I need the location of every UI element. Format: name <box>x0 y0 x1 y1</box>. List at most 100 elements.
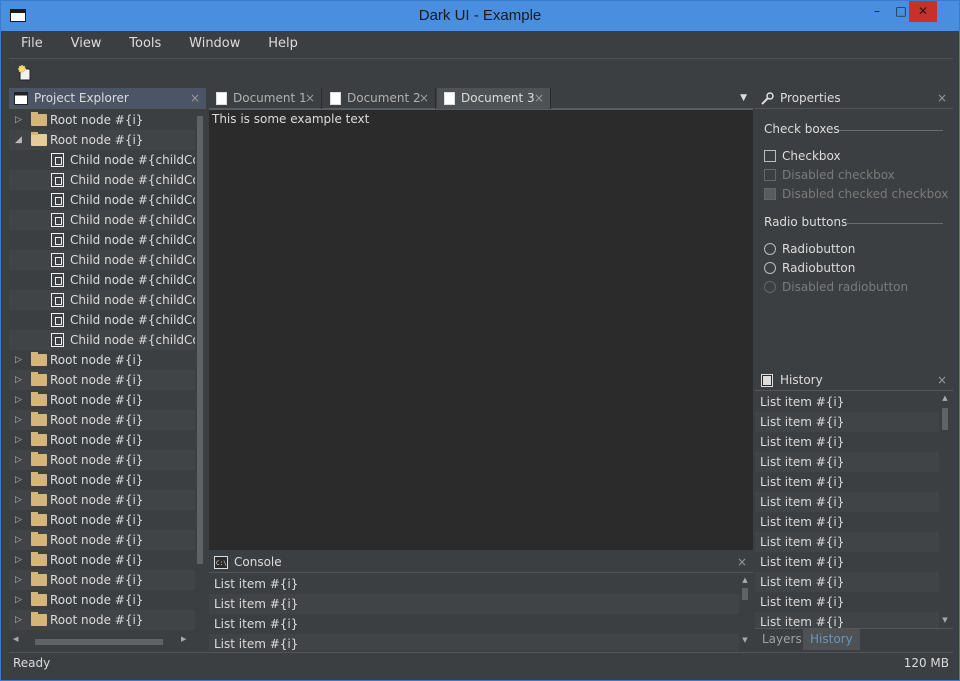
scroll-down-icon[interactable]: ▼ <box>741 636 749 644</box>
collapsed-arrow-icon[interactable]: ▷ <box>15 450 22 470</box>
tab-history[interactable]: History <box>803 629 860 650</box>
tree-child-node[interactable]: Child node #{childCount} <box>9 230 195 250</box>
radio-circle[interactable] <box>764 243 776 255</box>
scroll-thumb[interactable] <box>197 116 203 564</box>
new-file-icon[interactable] <box>17 64 35 82</box>
tree-root-node[interactable]: ▷ Root node #{i} <box>9 530 195 550</box>
tree-horizontal-scrollbar[interactable]: ◀ ▶ <box>9 635 195 647</box>
history-list[interactable]: List item #{i} List item #{i} List item #{… <box>755 392 939 628</box>
menu-view[interactable]: View <box>59 32 114 56</box>
tree-child-node[interactable]: Child node #{childCount} <box>9 270 195 290</box>
scroll-up-icon[interactable]: ▲ <box>741 576 749 584</box>
scroll-thumb[interactable] <box>35 639 163 645</box>
tab-layers[interactable]: Layers <box>755 629 809 650</box>
project-tree[interactable]: ▷ Root node #{i} ◢ Root node #{i} Child node… <box>9 110 195 637</box>
checkbox-box[interactable] <box>764 150 776 162</box>
list-item[interactable]: List item #{i} <box>755 432 939 452</box>
history-scrollbar[interactable]: ▲ ▼ <box>941 394 949 626</box>
tree-child-node[interactable]: Child node #{childCount} <box>9 290 195 310</box>
list-item[interactable]: List item #{i} <box>755 392 939 412</box>
radiobutton[interactable]: Radiobutton <box>764 241 855 257</box>
collapsed-arrow-icon[interactable]: ▷ <box>15 590 22 610</box>
tree-root-node[interactable]: ▷ Root node #{i} <box>9 390 195 410</box>
scroll-thumb[interactable] <box>742 588 748 600</box>
collapsed-arrow-icon[interactable]: ▷ <box>15 350 22 370</box>
list-item[interactable]: List item #{i} <box>755 412 939 432</box>
console-header[interactable]: C:\ Console × <box>209 552 753 573</box>
list-item[interactable]: List item #{i} <box>209 574 739 594</box>
tree-root-node[interactable]: ▷ Root node #{i} <box>9 590 195 610</box>
collapsed-arrow-icon[interactable]: ▷ <box>15 410 22 430</box>
list-item[interactable]: List item #{i} <box>209 594 739 614</box>
collapsed-arrow-icon[interactable]: ▷ <box>15 490 22 510</box>
document-text[interactable]: This is some example text <box>212 112 369 126</box>
tree-root-node[interactable]: ▷ Root node #{i} <box>9 510 195 530</box>
tab-document-2[interactable]: Document 2 × <box>323 88 436 109</box>
list-item[interactable]: List item #{i} <box>755 552 939 572</box>
tree-child-node[interactable]: Child node #{childCount} <box>9 150 195 170</box>
collapsed-arrow-icon[interactable]: ▷ <box>15 390 22 410</box>
close-icon[interactable]: × <box>937 370 947 391</box>
tree-root-node[interactable]: ▷ Root node #{i} <box>9 610 195 630</box>
list-item[interactable]: List item #{i} <box>755 572 939 592</box>
expanded-arrow-icon[interactable]: ◢ <box>15 130 22 150</box>
title-bar[interactable]: Dark UI - Example – □ ✕ <box>1 1 959 31</box>
checkbox[interactable]: Checkbox <box>764 148 841 164</box>
close-icon[interactable]: × <box>937 88 947 109</box>
collapsed-arrow-icon[interactable]: ▷ <box>15 610 22 630</box>
radiobutton[interactable]: Radiobutton <box>764 260 855 276</box>
menu-help[interactable]: Help <box>256 32 310 56</box>
tree-root-node[interactable]: ▷ Root node #{i} <box>9 570 195 590</box>
menu-file[interactable]: File <box>9 32 55 56</box>
menu-tools[interactable]: Tools <box>117 32 173 56</box>
collapsed-arrow-icon[interactable]: ▷ <box>15 570 22 590</box>
tab-document-3[interactable]: Document 3 × <box>437 88 551 109</box>
properties-header[interactable]: Properties × <box>755 88 953 109</box>
tree-root-node[interactable]: ▷ Root node #{i} <box>9 490 195 510</box>
tree-root-node[interactable]: ▷ Root node #{i} <box>9 370 195 390</box>
list-item[interactable]: List item #{i} <box>755 472 939 492</box>
list-item[interactable]: List item #{i} <box>755 612 939 628</box>
scroll-left-icon[interactable]: ◀ <box>13 635 18 643</box>
tree-root-node[interactable]: ▷ Root node #{i} <box>9 470 195 490</box>
tree-child-node[interactable]: Child node #{childCount} <box>9 170 195 190</box>
scroll-down-icon[interactable]: ▼ <box>941 616 949 624</box>
list-item[interactable]: List item #{i} <box>755 512 939 532</box>
tree-root-node[interactable]: ▷ Root node #{i} <box>9 550 195 570</box>
list-item[interactable]: List item #{i} <box>755 492 939 512</box>
close-window-button[interactable]: ✕ <box>909 1 937 22</box>
project-explorer-header[interactable]: Project Explorer × <box>9 88 206 109</box>
menu-window[interactable]: Window <box>177 32 252 56</box>
tree-vertical-scrollbar[interactable] <box>196 110 204 630</box>
list-item[interactable]: List item #{i} <box>755 592 939 612</box>
tree-child-node[interactable]: Child node #{childCount} <box>9 190 195 210</box>
collapsed-arrow-icon[interactable]: ▷ <box>15 430 22 450</box>
close-icon[interactable]: × <box>737 552 747 573</box>
radio-circle[interactable] <box>764 262 776 274</box>
tree-root-node[interactable]: ▷ Root node #{i} <box>9 350 195 370</box>
scroll-up-icon[interactable]: ▲ <box>941 394 949 402</box>
list-item[interactable]: List item #{i} <box>209 614 739 634</box>
collapsed-arrow-icon[interactable]: ▷ <box>15 510 22 530</box>
list-item[interactable]: List item #{i} <box>755 452 939 472</box>
collapsed-arrow-icon[interactable]: ▷ <box>15 110 22 130</box>
scroll-right-icon[interactable]: ▶ <box>181 635 186 643</box>
tab-document-1[interactable]: Document 1 × <box>209 88 322 109</box>
collapsed-arrow-icon[interactable]: ▷ <box>15 470 22 490</box>
collapsed-arrow-icon[interactable]: ▷ <box>15 370 22 390</box>
history-header[interactable]: History × <box>755 370 953 391</box>
collapsed-arrow-icon[interactable]: ▷ <box>15 530 22 550</box>
tree-child-node[interactable]: Child node #{childCount} <box>9 310 195 330</box>
list-item[interactable]: List item #{i} <box>755 532 939 552</box>
list-item[interactable]: List item #{i} <box>209 634 739 651</box>
close-icon[interactable]: × <box>190 88 200 109</box>
close-icon[interactable]: × <box>534 88 544 109</box>
tree-root-node[interactable]: ◢ Root node #{i} <box>9 130 195 150</box>
close-icon[interactable]: × <box>419 88 429 109</box>
tree-root-node[interactable]: ▷ Root node #{i} <box>9 450 195 470</box>
console-scrollbar[interactable]: ▲ ▼ <box>741 576 749 649</box>
tree-root-node[interactable]: ▷ Root node #{i} <box>9 410 195 430</box>
chevron-down-icon[interactable]: ▼ <box>740 88 747 109</box>
tree-child-node[interactable]: Child node #{childCount} <box>9 250 195 270</box>
tree-root-node[interactable]: ▷ Root node #{i} <box>9 110 195 130</box>
